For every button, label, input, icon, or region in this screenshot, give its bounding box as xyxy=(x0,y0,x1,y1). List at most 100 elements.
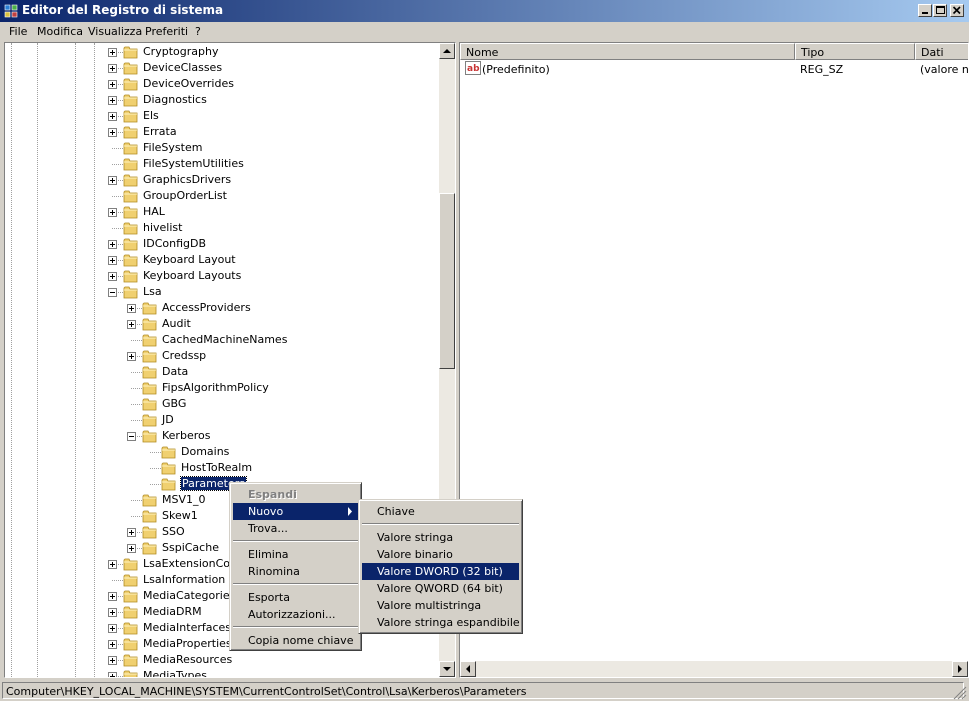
tree-item[interactable]: Els xyxy=(5,108,437,124)
tree-item[interactable]: Lsa xyxy=(5,284,437,300)
minimize-button[interactable] xyxy=(918,4,932,17)
column-header-dati[interactable]: Dati xyxy=(915,43,968,60)
list-horizontal-scrollbar[interactable] xyxy=(460,661,968,677)
menu-trova[interactable]: Trova... xyxy=(233,520,358,537)
tree-item[interactable]: Credssp xyxy=(5,348,437,364)
menu-esporta[interactable]: Esporta xyxy=(233,589,358,606)
expand-plus-icon[interactable] xyxy=(108,256,117,265)
tree-item[interactable]: GroupOrderList xyxy=(5,188,437,204)
expand-plus-icon[interactable] xyxy=(108,672,117,677)
expand-plus-icon[interactable] xyxy=(108,592,117,601)
expand-plus-icon[interactable] xyxy=(127,304,136,313)
tree-item[interactable]: Diagnostics xyxy=(5,92,437,108)
submenu-chiave[interactable]: Chiave xyxy=(362,503,519,520)
arrow-up-icon xyxy=(443,49,451,53)
scroll-right-button[interactable] xyxy=(952,661,968,677)
expand-plus-icon[interactable] xyxy=(108,80,117,89)
tree-item[interactable]: Domains xyxy=(5,444,437,460)
tree-item[interactable]: HAL xyxy=(5,204,437,220)
tree-item-label: Credssp xyxy=(162,349,207,362)
tree-item[interactable]: Cryptography xyxy=(5,44,437,60)
submenu-valore-multistringa[interactable]: Valore multistringa xyxy=(362,597,519,614)
tree-item[interactable]: DeviceClasses xyxy=(5,60,437,76)
menu-visualizza[interactable]: Visualizza xyxy=(88,25,142,38)
expand-plus-icon[interactable] xyxy=(108,560,117,569)
expand-plus-icon[interactable] xyxy=(108,656,117,665)
tree-guide-line xyxy=(131,404,142,405)
tree-item[interactable]: Keyboard Layout xyxy=(5,252,437,268)
submenu-valore-binario[interactable]: Valore binario xyxy=(362,546,519,563)
tree-item[interactable]: FipsAlgorithmPolicy xyxy=(5,380,437,396)
arrow-down-icon xyxy=(443,667,451,671)
expand-plus-icon[interactable] xyxy=(127,528,136,537)
title-bar[interactable]: Editor del Registro di sistema xyxy=(0,0,969,22)
minimize-icon xyxy=(922,12,928,14)
tree-item[interactable]: CachedMachineNames xyxy=(5,332,437,348)
tree-item[interactable]: FileSystem xyxy=(5,140,437,156)
folder-icon xyxy=(123,237,139,251)
tree-item[interactable]: Audit xyxy=(5,316,437,332)
tree-item[interactable]: MediaResources xyxy=(5,652,437,668)
expand-plus-icon[interactable] xyxy=(108,240,117,249)
tree-item[interactable]: IDConfigDB xyxy=(5,236,437,252)
menu-nuovo[interactable]: Nuovo xyxy=(233,503,358,520)
tree-item[interactable]: Data xyxy=(5,364,437,380)
menu-help[interactable]: ? xyxy=(195,25,201,38)
scroll-thumb[interactable] xyxy=(439,193,455,369)
submenu-valore-stringa[interactable]: Valore stringa xyxy=(362,529,519,546)
scroll-down-button[interactable] xyxy=(439,661,455,677)
submenu-valore-qword[interactable]: Valore QWORD (64 bit) xyxy=(362,580,519,597)
expand-plus-icon[interactable] xyxy=(108,112,117,121)
expand-plus-icon[interactable] xyxy=(108,48,117,57)
column-header-nome[interactable]: Nome xyxy=(460,43,795,60)
expand-plus-icon[interactable] xyxy=(108,128,117,137)
folder-icon xyxy=(142,525,158,539)
expand-plus-icon[interactable] xyxy=(108,64,117,73)
menu-modifica[interactable]: Modifica xyxy=(37,25,83,38)
close-button[interactable] xyxy=(950,4,964,17)
menu-file[interactable]: File xyxy=(9,25,27,38)
tree-item[interactable]: MediaTypes xyxy=(5,668,437,677)
tree-item[interactable]: DeviceOverrides xyxy=(5,76,437,92)
expand-plus-icon[interactable] xyxy=(108,176,117,185)
tree-item[interactable]: Kerberos xyxy=(5,428,437,444)
collapse-minus-icon[interactable] xyxy=(127,432,136,441)
maximize-icon xyxy=(936,6,945,14)
tree-item[interactable]: HostToRealm xyxy=(5,460,437,476)
submenu-valore-stringa-espandibile[interactable]: Valore stringa espandibile xyxy=(362,614,520,631)
resize-grip-icon[interactable] xyxy=(953,686,967,700)
tree-item[interactable]: hivelist xyxy=(5,220,437,236)
values-list-pane[interactable]: Nome Tipo Dati ab (Predefinito) REG_SZ (… xyxy=(459,42,969,678)
collapse-minus-icon[interactable] xyxy=(108,288,117,297)
scroll-left-button[interactable] xyxy=(460,661,476,677)
submenu-valore-dword[interactable]: Valore DWORD (32 bit) xyxy=(362,563,519,580)
menu-rinomina[interactable]: Rinomina xyxy=(233,563,358,580)
expand-plus-icon[interactable] xyxy=(108,640,117,649)
expand-plus-icon[interactable] xyxy=(127,544,136,553)
expand-plus-icon[interactable] xyxy=(127,320,136,329)
tree-item[interactable]: GBG xyxy=(5,396,437,412)
menu-copia-nome-chiave[interactable]: Copia nome chiave xyxy=(233,632,358,649)
tree-item[interactable]: Parameters xyxy=(5,476,437,492)
expand-plus-icon[interactable] xyxy=(108,208,117,217)
tree-item[interactable]: JD xyxy=(5,412,437,428)
menu-preferiti[interactable]: Preferiti xyxy=(145,25,188,38)
expand-plus-icon[interactable] xyxy=(108,272,117,281)
scroll-up-button[interactable] xyxy=(439,43,455,59)
expand-plus-icon[interactable] xyxy=(108,624,117,633)
folder-icon xyxy=(123,669,139,677)
menu-elimina[interactable]: Elimina xyxy=(233,546,358,563)
tree-item[interactable]: Errata xyxy=(5,124,437,140)
tree-item[interactable]: MediaProperties xyxy=(5,636,437,652)
tree-item[interactable]: FileSystemUtilities xyxy=(5,156,437,172)
column-header-tipo[interactable]: Tipo xyxy=(795,43,915,60)
expand-plus-icon[interactable] xyxy=(127,352,136,361)
menu-espandi[interactable]: Espandi xyxy=(233,486,358,503)
maximize-button[interactable] xyxy=(933,4,947,17)
menu-autorizzazioni[interactable]: Autorizzazioni... xyxy=(233,606,358,623)
tree-item[interactable]: Keyboard Layouts xyxy=(5,268,437,284)
expand-plus-icon[interactable] xyxy=(108,96,117,105)
tree-item[interactable]: AccessProviders xyxy=(5,300,437,316)
expand-plus-icon[interactable] xyxy=(108,608,117,617)
tree-item[interactable]: GraphicsDrivers xyxy=(5,172,437,188)
